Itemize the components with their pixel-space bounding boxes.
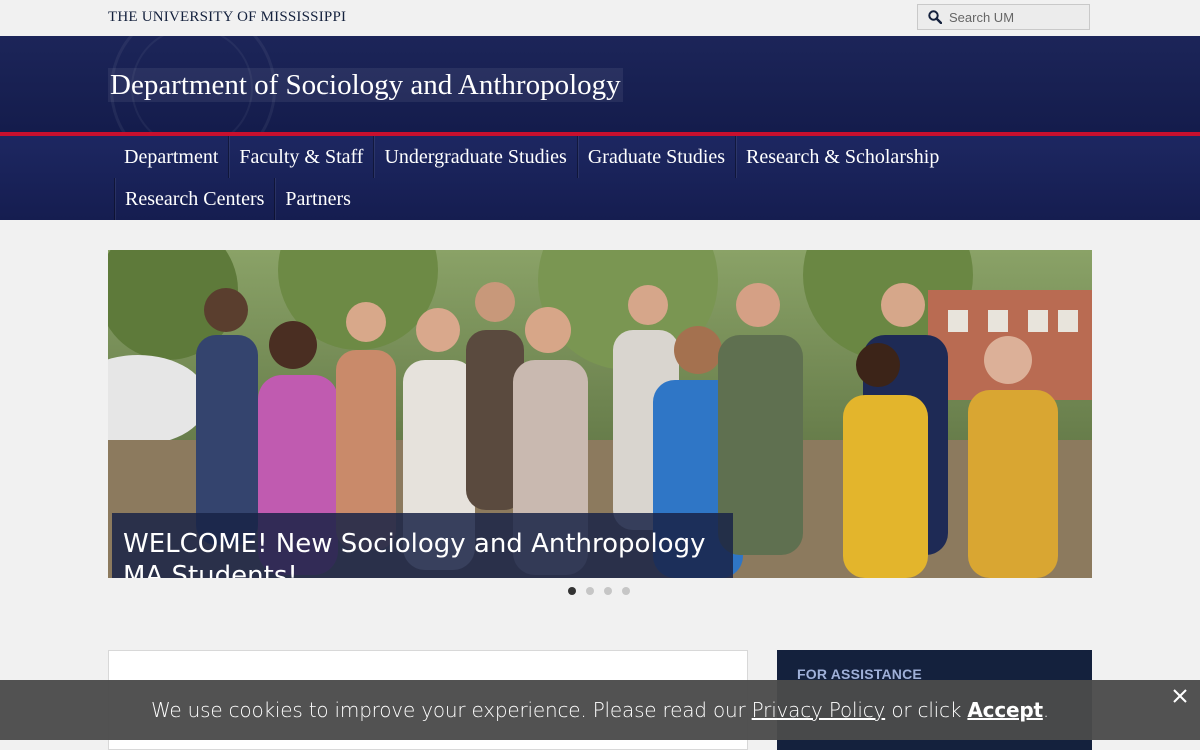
nav-item-research-scholarship[interactable]: Research & Scholarship [735,136,949,178]
nav-row-1: Department Faculty & Staff Undergraduate… [114,136,949,178]
nav-item-undergraduate-studies[interactable]: Undergraduate Studies [373,136,576,178]
nav-item-graduate-studies[interactable]: Graduate Studies [576,136,735,178]
slider-dots [568,587,630,595]
main-nav: Department Faculty & Staff Undergraduate… [0,136,1200,220]
hero-caption[interactable]: WELCOME! New Sociology and Anthropology … [123,528,723,578]
utility-bar: THE UNIVERSITY OF MISSISSIPPI [0,0,1200,36]
slider-dot-2[interactable] [586,587,594,595]
search-icon [928,10,942,24]
site-header: Department of Sociology and Anthropology [0,36,1200,132]
slider-dot-4[interactable] [622,587,630,595]
nav-item-faculty-staff[interactable]: Faculty & Staff [228,136,373,178]
university-name-link[interactable]: THE UNIVERSITY OF MISSISSIPPI [108,9,346,26]
privacy-policy-link[interactable]: Privacy Policy [752,698,886,722]
slider-dot-1[interactable] [568,587,576,595]
nav-item-partners[interactable]: Partners [274,178,361,220]
cookie-text-before: We use cookies to improve your experienc… [151,698,752,722]
cookie-text-after: . [1042,698,1049,722]
slider-dot-3[interactable] [604,587,612,595]
close-icon[interactable] [1171,687,1189,705]
cookie-banner: We use cookies to improve your experienc… [0,680,1200,740]
cookie-text-middle: or click [885,698,968,722]
hero-caption-box: WELCOME! New Sociology and Anthropology … [112,513,733,578]
cookie-message: We use cookies to improve your experienc… [0,698,1200,722]
nav-row-2: Research Centers Partners [114,178,361,220]
search-input[interactable] [947,8,1081,26]
nav-item-research-centers[interactable]: Research Centers [114,178,274,220]
hero-slide[interactable]: WELCOME! New Sociology and Anthropology … [108,250,1092,578]
nav-item-department[interactable]: Department [114,136,228,178]
department-title[interactable]: Department of Sociology and Anthropology [108,68,623,102]
accept-cookies-link[interactable]: Accept [967,698,1043,722]
search-box[interactable] [917,4,1090,30]
